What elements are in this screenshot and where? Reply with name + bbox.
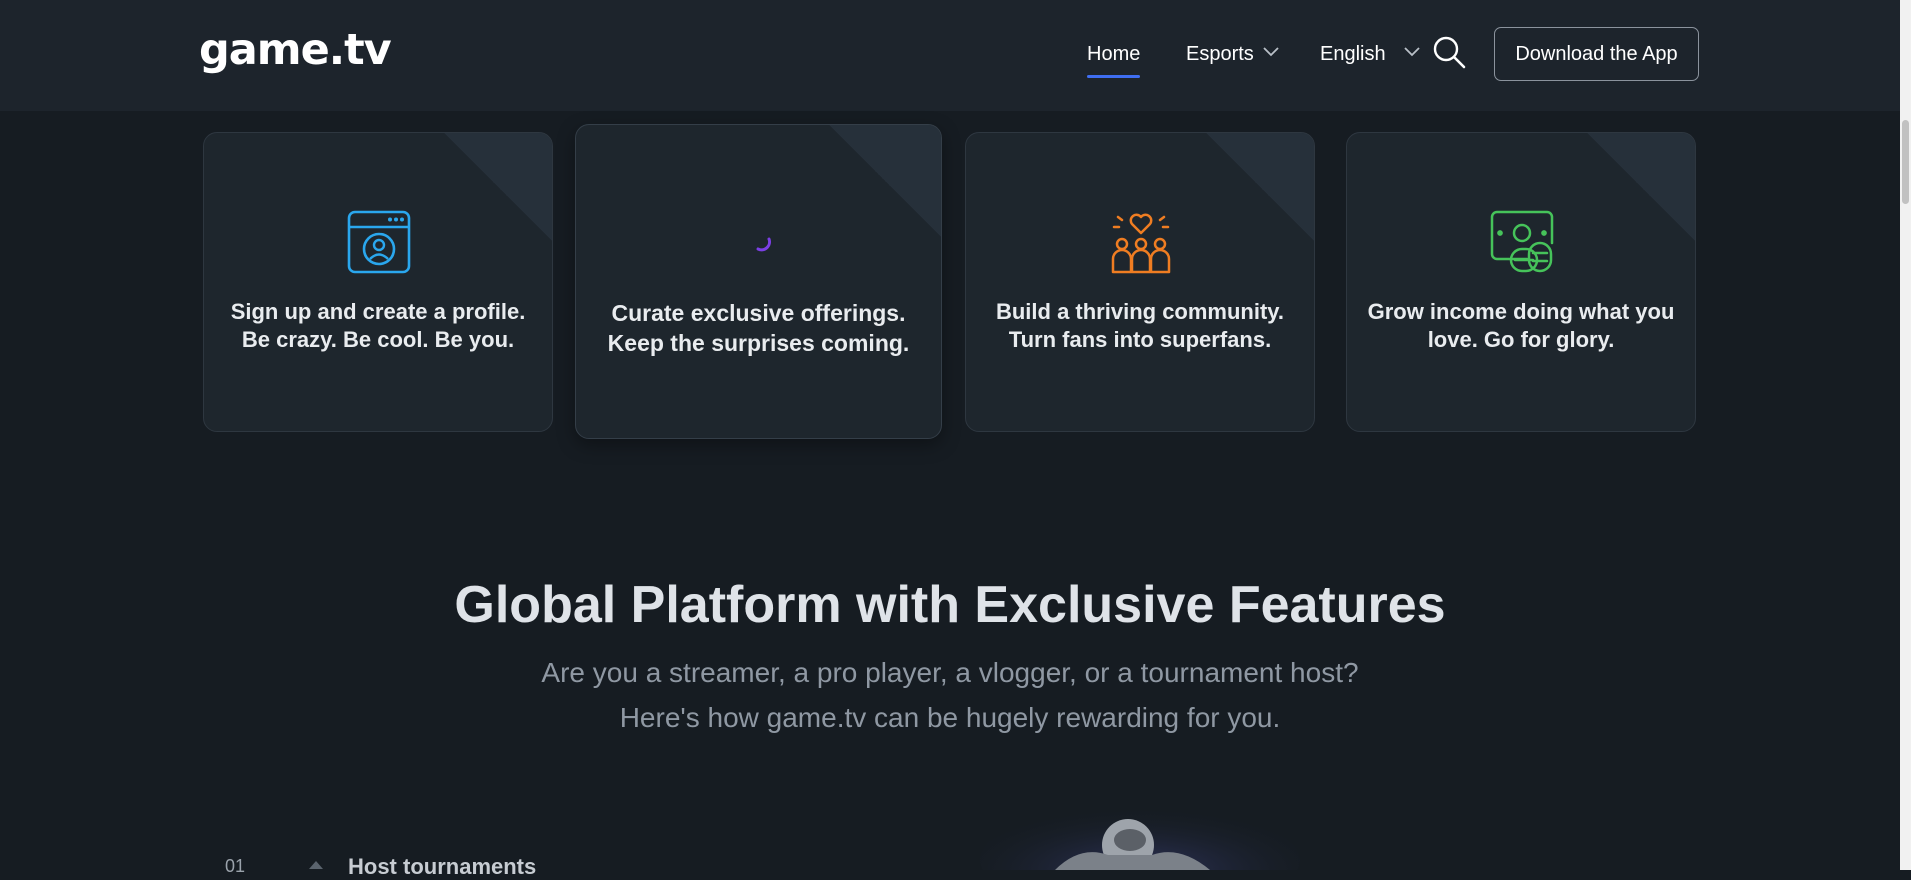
nav-esports-label: Esports (1186, 43, 1254, 65)
language-label: English (1320, 43, 1386, 65)
card-corner-decoration (829, 125, 941, 237)
feature-line: Build a thriving community. (995, 299, 1285, 324)
feature-line: Keep the surprises coming. (607, 330, 910, 356)
community-heart-icon (1111, 213, 1171, 274)
active-underline (1087, 75, 1141, 78)
card-corner-decoration (1206, 133, 1314, 241)
logo[interactable]: game.tv (199, 26, 392, 74)
feature-line: Sign up and create a profile. (230, 299, 526, 324)
feature-card-signup: Sign up and create a profile. Be crazy. … (203, 132, 553, 432)
feature-item-host-tournaments[interactable]: Host tournaments (348, 854, 536, 880)
feature-text: Sign up and create a profile. Be crazy. … (204, 298, 552, 354)
chevron-up-icon (309, 861, 323, 869)
feature-line: Grow income doing what you (1367, 299, 1675, 324)
loading-spinner-icon (756, 237, 771, 252)
card-corner-decoration (444, 133, 552, 241)
top-header: game.tv Home Esports English Download th… (0, 0, 1900, 111)
feature-card-curate: Curate exclusive offerings. Keep the sur… (575, 124, 942, 439)
feature-line: Curate exclusive offerings. (611, 300, 906, 326)
feature-number: 01 (225, 856, 246, 876)
scrollbar-thumb[interactable] (1902, 120, 1909, 204)
feature-card-community: Build a thriving community. Turn fans in… (965, 132, 1315, 432)
feature-text: Grow income doing what you love. Go for … (1347, 298, 1695, 354)
card-corner-decoration (1587, 133, 1695, 241)
feature-text: Build a thriving community. Turn fans in… (966, 298, 1314, 354)
chevron-down-icon[interactable] (1263, 47, 1279, 57)
language-select[interactable]: English (1320, 41, 1386, 67)
income-coins-icon (1490, 210, 1554, 273)
game-character-image (980, 805, 1300, 870)
profile-window-icon (347, 210, 411, 274)
feature-line: love. Go for glory. (1427, 327, 1615, 352)
feature-line: Turn fans into superfans. (1008, 327, 1272, 352)
nav-home-label: Home (1087, 43, 1141, 65)
feature-text: Curate exclusive offerings. Keep the sur… (576, 298, 941, 358)
search-icon[interactable] (1431, 34, 1467, 70)
download-app-button[interactable]: Download the App (1494, 27, 1699, 81)
download-app-label: Download the App (1515, 42, 1678, 65)
section-subtitle: Are you a streamer, a pro player, a vlog… (541, 657, 1359, 688)
section-title: Global Platform with Exclusive Features (454, 576, 1446, 634)
feature-card-income: Grow income doing what you love. Go for … (1346, 132, 1696, 432)
nav-home[interactable]: Home (1087, 41, 1141, 78)
nav-esports[interactable]: Esports (1186, 41, 1254, 67)
chevron-down-icon[interactable] (1404, 47, 1420, 57)
section-subtitle: Here's how game.tv can be hugely rewardi… (619, 702, 1281, 733)
feature-line: Be crazy. Be cool. Be you. (241, 327, 515, 352)
